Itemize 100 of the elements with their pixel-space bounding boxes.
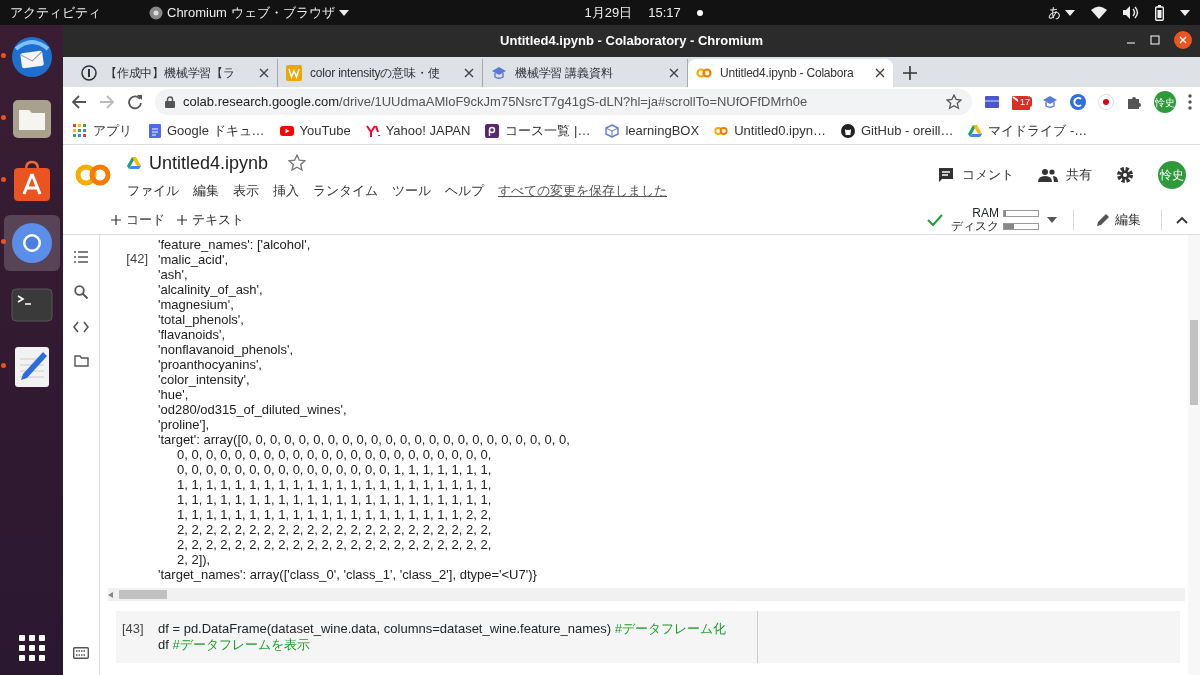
output-line: 'feature_names': ['alcohol',	[158, 237, 312, 252]
record-icon[interactable]	[1098, 94, 1114, 110]
output-line: 'hue',	[158, 387, 190, 402]
output-line: 'target': array([0, 0, 0, 0, 0, 0, 0, 0, 0, 0, 0, 0, 0, 0, 0, 0, 0, 0, 0, 0, 0, 0, 0,	[158, 432, 570, 447]
horizontal-scrollbar[interactable]	[108, 588, 1185, 601]
bookmark-link[interactable]: YouTube	[279, 120, 351, 141]
date-label[interactable]: 1月29日	[584, 2, 633, 23]
output-line: 'malic_acid',	[158, 252, 229, 267]
close-icon[interactable]	[259, 68, 269, 78]
maximize-icon[interactable]	[1150, 35, 1160, 45]
bookmark-link[interactable]: コース一覧 |…	[485, 120, 591, 141]
clock-label[interactable]: 15:17	[648, 2, 681, 23]
input-method-label[interactable]: あ	[1048, 2, 1061, 23]
graduation-cap-icon[interactable]	[1042, 94, 1058, 110]
menu-item[interactable]: 編集	[193, 180, 219, 201]
table-of-contents-icon[interactable]	[74, 251, 88, 263]
bookmark-link[interactable]: Yahoo! JAPAN	[365, 120, 471, 141]
add-cell-button[interactable]: テキスト	[171, 209, 250, 230]
output-line: 'flavanoids',	[158, 327, 227, 342]
browser-tab[interactable]: Untitled4.ipynb - Colabora	[688, 59, 893, 87]
close-icon[interactable]	[875, 68, 885, 78]
window-title: Untitled4.ipynb - Colaboratory - Chromium	[500, 32, 763, 51]
star-icon[interactable]	[288, 154, 307, 173]
menu-item[interactable]: ヘルプ	[445, 180, 484, 201]
people-icon	[1038, 168, 1058, 182]
close-icon[interactable]	[669, 68, 679, 78]
output-line: 'magnesium',	[158, 297, 235, 312]
browser-icon	[149, 5, 163, 20]
menu-item[interactable]: ファイル	[127, 180, 179, 201]
output-line: 'proanthocyanins',	[158, 357, 263, 372]
address-bar[interactable]: colab.research.google.com/drive/1UUdmaAMloF9ckJm75NsrcT7g41gS-dLN?hl=ja#scrollTo=NUfOFfDMrh0e	[155, 89, 972, 115]
dock-item[interactable]	[3, 215, 60, 271]
menu-item[interactable]: 挿入	[273, 180, 299, 201]
code-line: df #データフレームを表示	[158, 637, 311, 653]
square-logo-icon	[485, 123, 500, 138]
search-icon[interactable]	[74, 285, 88, 299]
app-grid-icon[interactable]	[18, 635, 45, 661]
app-menu-label[interactable]: Chromium ウェブ・ブラウザ	[167, 2, 335, 23]
battery-icon	[1155, 4, 1164, 21]
y-logo-icon	[365, 123, 380, 138]
keyboard-icon[interactable]	[73, 647, 89, 659]
document-icon	[147, 123, 161, 138]
code-icon[interactable]	[73, 321, 89, 333]
folder-icon[interactable]	[73, 355, 89, 367]
colab-logo-icon	[75, 163, 111, 187]
close-icon[interactable]	[464, 68, 474, 78]
save-status-link[interactable]: すべての変更を保存しました	[498, 180, 667, 201]
add-cell-button[interactable]: コード	[105, 209, 171, 230]
notification-dot-icon	[696, 9, 703, 16]
comment-button[interactable]: コメント	[938, 165, 1014, 185]
settings-icon[interactable]	[1116, 166, 1134, 184]
menu-item[interactable]: ツール	[392, 180, 431, 201]
bookmark-link[interactable]: learningBOX	[605, 120, 700, 141]
caret-icon	[1180, 9, 1190, 16]
vertical-scrollbar[interactable]	[1188, 235, 1200, 675]
star-icon[interactable]	[946, 94, 962, 110]
calendar-icon[interactable]	[984, 94, 1000, 110]
notification-badge: 17	[1018, 97, 1032, 107]
ring-icon[interactable]	[1070, 94, 1086, 110]
output-line: 'target_names': array(['class_0', 'class_1', 'class_2'], dtype='<U7')}	[158, 567, 538, 582]
edit-button[interactable]: 編集	[1090, 209, 1147, 230]
wifi-icon	[1091, 6, 1107, 19]
close-icon[interactable]	[1174, 31, 1192, 49]
bookmark-link[interactable]: Untitled0.ipyn…	[714, 120, 826, 141]
notebook-title[interactable]: Untitled4.ipynb	[149, 149, 269, 177]
activities-button[interactable]: アクティビティ	[10, 2, 101, 23]
menu-item[interactable]: ランタイム	[313, 180, 378, 201]
scrollbar-thumb[interactable]	[119, 590, 167, 599]
output-line: 'nonflavanoid_phenols',	[158, 342, 295, 357]
new-tab-icon[interactable]	[903, 66, 917, 80]
output-line: 1, 1, 1, 1, 1, 1, 1, 1, 1, 1, 1, 1, 1, 1, 1, 1, 1, 1, 1, 1, 1, 1,	[176, 492, 493, 507]
more-icon[interactable]	[1188, 94, 1192, 110]
plus-icon	[111, 214, 121, 225]
output-line: 'total_phenols',	[158, 312, 245, 327]
code-line: df = pd.DataFrame(dataset_wine.data, columns=dataset_wine.feature_names) #データフレーム化	[158, 621, 727, 637]
triangle-logo-icon	[127, 156, 141, 171]
bookmark-link[interactable]: マイドライブ -…	[968, 120, 1088, 141]
share-button[interactable]: 共有	[1038, 165, 1092, 185]
output-line: 2, 2, 2, 2, 2, 2, 2, 2, 2, 2, 2, 2, 2, 2, 2, 2, 2, 2, 2, 2, 2, 2,	[176, 537, 493, 552]
triangle-logo-icon	[968, 123, 983, 138]
output-line: 'alcalinity_of_ash',	[158, 282, 264, 297]
output-line: 0, 0, 0, 0, 0, 0, 0, 0, 0, 0, 0, 0, 0, 0, 0, 0, 0, 0, 0, 0, 0, 0,	[176, 447, 493, 462]
puzzle-icon[interactable]	[1126, 94, 1142, 110]
profile-avatar[interactable]: 怜史	[1154, 91, 1176, 113]
bookmark-link[interactable]: アプリ	[73, 120, 132, 141]
caret-icon[interactable]	[1047, 216, 1057, 223]
chevron-up-icon[interactable]	[1176, 215, 1188, 224]
back-icon[interactable]	[71, 94, 87, 110]
plus-icon	[177, 214, 187, 225]
comment-icon	[938, 167, 954, 183]
profile-avatar[interactable]: 怜史	[1158, 161, 1186, 189]
output-line: 'od280/od315_of_diluted_wines',	[158, 402, 348, 417]
volume-icon	[1123, 6, 1139, 19]
lock-icon	[165, 96, 175, 108]
menu-item[interactable]: 表示	[233, 180, 259, 201]
output-line: 'color_intensity',	[158, 372, 251, 387]
reload-icon[interactable]	[127, 94, 143, 110]
bookmark-link[interactable]: GitHub - oreill…	[840, 120, 954, 141]
resource-meter[interactable]: RAM ディスク	[951, 206, 1039, 233]
bookmark-link[interactable]: Google ドキュ…	[147, 120, 265, 141]
